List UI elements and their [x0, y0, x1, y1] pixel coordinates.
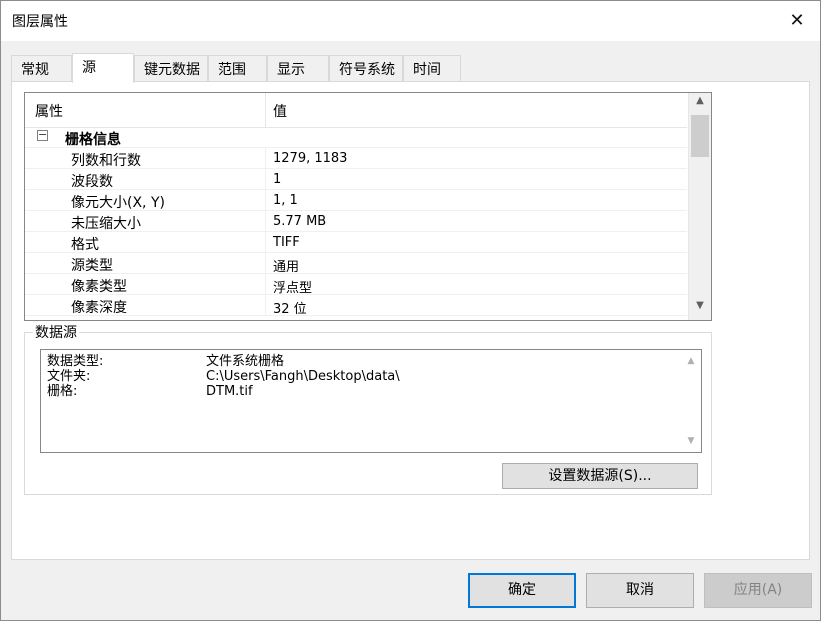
tab-key-metadata[interactable]: 键元数据	[134, 55, 208, 81]
data-source-value: 文件系统栅格	[206, 354, 285, 369]
row-divider	[265, 211, 266, 232]
property-name: 列数和行数	[71, 153, 141, 169]
source-tab-panel: 属性 值 − 栅格信息 列数和行数 1279, 1183 波段数 1 像元大小(…	[11, 81, 810, 560]
close-icon: ✕	[789, 9, 805, 31]
property-row[interactable]: 未压缩大小 5.77 MB	[25, 211, 687, 232]
row-divider	[265, 274, 266, 295]
property-row[interactable]: 列数和行数 1279, 1183	[25, 148, 687, 169]
scroll-thumb[interactable]	[691, 115, 709, 157]
property-row[interactable]: 像素深度 32 位	[25, 295, 687, 317]
property-value: 1	[273, 172, 282, 187]
property-name: 未压缩大小	[71, 216, 141, 232]
data-source-group: 数据源 数据类型: 文件系统栅格 文件夹: C:\Users\Fangh\Des…	[24, 322, 712, 495]
scroll-down-icon[interactable]: ▼	[681, 436, 701, 446]
data-source-key: 栅格:	[47, 384, 78, 399]
property-value: 1, 1	[273, 193, 298, 208]
property-name: 波段数	[71, 174, 113, 190]
tab-strip: 常规 源 键元数据 范围 显示 符号系统 时间	[11, 53, 811, 83]
property-row[interactable]: 源类型 通用	[25, 253, 687, 275]
property-value: 通用	[273, 260, 300, 275]
property-row[interactable]: 像元大小(X, Y) 1, 1	[25, 190, 687, 211]
group-label: 栅格信息	[65, 132, 121, 148]
collapse-icon[interactable]: −	[37, 129, 48, 141]
dialog-title: 图层属性	[12, 14, 68, 30]
property-name: 格式	[71, 237, 99, 253]
row-divider	[265, 148, 266, 169]
title-bar: 图层属性 ✕	[1, 1, 820, 41]
property-row[interactable]: 像素类型 浮点型	[25, 274, 687, 296]
row-divider	[265, 169, 266, 190]
property-grid-header: 属性 值	[25, 93, 687, 128]
row-divider	[265, 190, 266, 211]
data-source-key: 文件夹:	[47, 369, 91, 384]
property-rows: − 栅格信息 列数和行数 1279, 1183 波段数 1 像元大小(X, Y)…	[25, 127, 687, 317]
layer-properties-dialog: 图层属性 ✕ 常规 源 键元数据 范围 显示 符号系统 时间 属性 值 − 栅格…	[0, 0, 821, 621]
data-source-scrollbar[interactable]: ▲ ▼	[681, 350, 701, 452]
close-button[interactable]: ✕	[774, 1, 820, 39]
property-grid[interactable]: 属性 值 − 栅格信息 列数和行数 1279, 1183 波段数 1 像元大小(…	[24, 92, 712, 321]
row-divider	[265, 295, 266, 316]
group-row-raster-info[interactable]: − 栅格信息	[25, 127, 687, 148]
tab-source[interactable]: 源	[72, 53, 134, 83]
property-name: 像素类型	[71, 279, 127, 295]
row-divider	[265, 253, 266, 274]
scroll-up-icon[interactable]: ▲	[681, 356, 701, 366]
column-header-property[interactable]: 属性	[35, 101, 63, 121]
property-row[interactable]: 波段数 1	[25, 169, 687, 190]
data-source-key: 数据类型:	[47, 354, 104, 369]
property-value: 浮点型	[273, 281, 313, 296]
data-source-value: DTM.tif	[206, 384, 253, 399]
data-source-group-label: 数据源	[33, 322, 79, 342]
data-source-info-box[interactable]: 数据类型: 文件系统栅格 文件夹: C:\Users\Fangh\Desktop…	[40, 349, 702, 453]
property-grid-scrollbar[interactable]: ▲ ▼	[688, 93, 711, 320]
property-name: 像元大小(X, Y)	[71, 195, 165, 211]
row-divider	[265, 232, 266, 253]
property-name: 源类型	[71, 258, 113, 274]
tab-display[interactable]: 显示	[267, 55, 329, 81]
tab-time[interactable]: 时间	[403, 55, 461, 81]
apply-button[interactable]: 应用(A)	[704, 573, 812, 608]
set-data-source-button[interactable]: 设置数据源(S)...	[502, 463, 698, 489]
property-value: 5.77 MB	[273, 214, 327, 229]
property-value: 32 位	[273, 302, 307, 317]
property-value: TIFF	[273, 235, 300, 250]
column-divider[interactable]	[265, 93, 266, 127]
tab-general[interactable]: 常规	[11, 55, 72, 81]
column-header-value[interactable]: 值	[273, 101, 287, 121]
tab-extent[interactable]: 范围	[208, 55, 267, 81]
property-name: 像素深度	[71, 300, 127, 316]
scroll-up-icon[interactable]: ▲	[689, 95, 711, 113]
property-value: 1279, 1183	[273, 151, 348, 166]
ok-button[interactable]: 确定	[468, 573, 576, 608]
property-row[interactable]: 格式 TIFF	[25, 232, 687, 253]
tab-symbology[interactable]: 符号系统	[329, 55, 403, 81]
cancel-button[interactable]: 取消	[586, 573, 694, 608]
data-source-value: C:\Users\Fangh\Desktop\data\	[206, 369, 400, 384]
scroll-down-icon[interactable]: ▼	[689, 300, 711, 318]
